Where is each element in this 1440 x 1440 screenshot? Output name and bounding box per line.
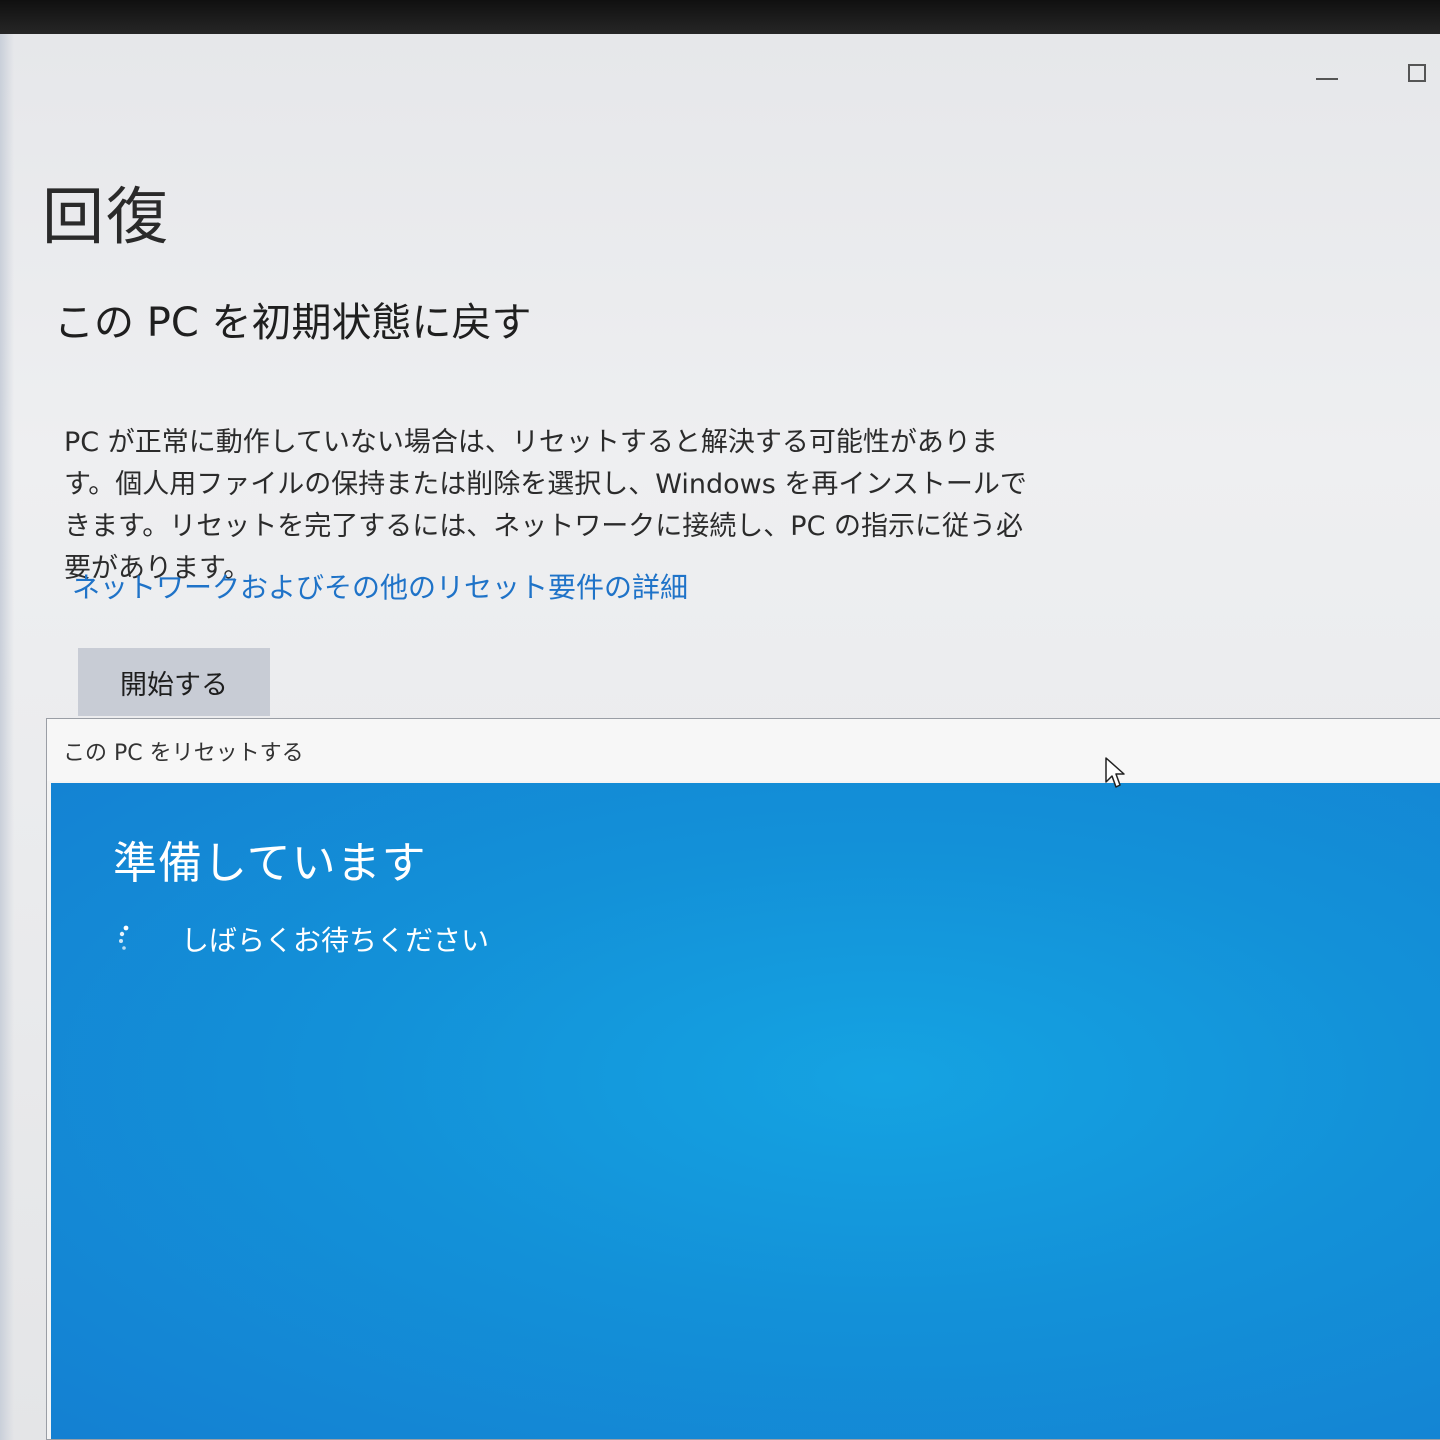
- minimize-icon[interactable]: [1316, 78, 1338, 80]
- mouse-cursor-icon: [1105, 757, 1125, 788]
- reset-description: PC が正常に動作していない場合は、リセットすると解決する可能性があります。個人…: [64, 427, 1027, 584]
- preparing-heading: 準備しています: [113, 838, 427, 889]
- maximize-icon[interactable]: [1408, 64, 1426, 82]
- please-wait-text: しばらくお待ちください: [181, 924, 490, 957]
- reset-section-heading: この PC を初期状態に戻す: [54, 300, 532, 346]
- dialog-title: この PC をリセットする: [63, 741, 304, 766]
- dialog-body: 準備しています しばらくお待ちください: [51, 783, 1440, 1439]
- window-controls: [1316, 64, 1426, 82]
- page-title: 回復: [42, 180, 171, 253]
- loading-spinner-icon: [119, 925, 129, 950]
- reset-pc-dialog: この PC をリセットする 準備しています しばらくお待ちください: [46, 718, 1440, 1440]
- start-button[interactable]: 開始する: [78, 648, 270, 716]
- dialog-titlebar[interactable]: この PC をリセットする: [47, 719, 1440, 781]
- window-edge-shade: [0, 34, 14, 1440]
- reset-requirements-link[interactable]: ネットワークおよびその他のリセット要件の詳細: [72, 566, 688, 606]
